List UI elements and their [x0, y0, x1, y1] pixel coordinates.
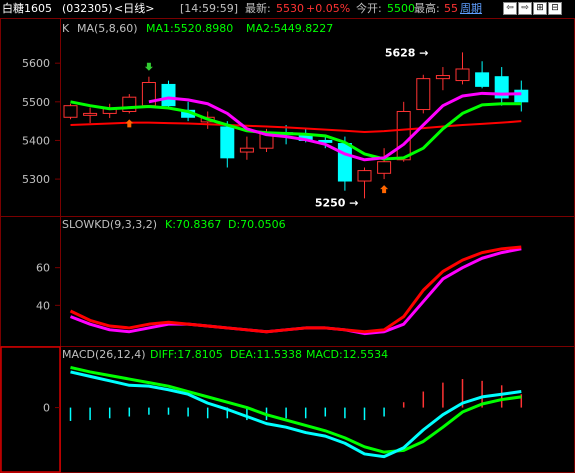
- candle-up: [63, 105, 78, 118]
- candle-down: [337, 143, 352, 182]
- candle-down: [161, 83, 176, 107]
- latest-label: 最新:: [245, 2, 271, 15]
- ma60-line: [70, 120, 522, 133]
- high-value: 55: [444, 2, 458, 15]
- ma-params-label: MA(5,8,60): [77, 22, 138, 35]
- instrument-code: (032305): [62, 2, 113, 15]
- ma8-line: [70, 100, 522, 161]
- zoom-out-icon[interactable]: ⊟: [548, 2, 562, 15]
- high-price-annotation: 5628 →: [385, 46, 429, 59]
- chart-area: K MA(5,8,60) MA1:5520.8980 MA2:5449.8227…: [0, 18, 575, 473]
- instrument-name: 白糖1605: [2, 2, 52, 15]
- kd-tick-label: 60: [36, 262, 50, 275]
- kd-d-line: [69, 247, 522, 336]
- kd-d-value: D:70.0506: [228, 218, 286, 231]
- buy-signal-arrow-icon: [380, 185, 389, 194]
- macd-diff-line: [70, 370, 522, 459]
- zoom-in-icon[interactable]: ⊞: [533, 2, 547, 15]
- period-button[interactable]: 周期: [460, 0, 482, 18]
- macd-dea-value: DEA:11.5338: [230, 348, 302, 361]
- candle-up: [416, 78, 431, 111]
- chart-marks: 5628 → 5250 →: [63, 46, 529, 459]
- high-label: 最高:: [414, 2, 440, 15]
- buy-signal-arrow-icon: [125, 119, 134, 128]
- kd-k-line: [69, 245, 522, 334]
- macd-axis-box: [0, 346, 61, 473]
- price-tick-label: 5300: [22, 173, 50, 186]
- candle-up: [377, 161, 392, 174]
- nav-right-icon[interactable]: ⇨: [518, 2, 532, 15]
- low-price-annotation: 5250 →: [315, 196, 359, 209]
- sell-signal-arrow-icon: [144, 62, 153, 71]
- kd-panel-label: SLOWKD(9,3,3,2): [62, 218, 157, 231]
- open-label: 今开:: [356, 2, 382, 15]
- macd-tick-label: 0: [43, 402, 50, 415]
- ma2-value: MA2:5449.8227: [246, 22, 333, 35]
- candle-up: [83, 112, 98, 116]
- candle-up: [455, 68, 470, 82]
- kd-tick-label: 40: [36, 299, 50, 312]
- macd-macd-value: MACD:12.5534: [306, 348, 388, 361]
- ma1-value: MA1:5520.8980: [146, 22, 233, 35]
- open-value: 5500: [387, 2, 415, 15]
- title-bar: 白糖1605 (032305) <日线> [14:59:59] 最新: 5530…: [0, 0, 575, 18]
- price-tick-label: 5500: [22, 96, 50, 109]
- macd-diff-value: DIFF:17.8105: [150, 348, 223, 361]
- change-percent: +0.05%: [306, 2, 351, 15]
- period-label: <日线>: [114, 2, 155, 15]
- price-tick-label: 5400: [22, 134, 50, 147]
- main-panel-label: K: [62, 22, 70, 35]
- ma5-line: [148, 91, 522, 162]
- kd-k-value: K:70.8367: [165, 218, 221, 231]
- nav-left-icon[interactable]: ⇦: [503, 2, 517, 15]
- candle-down: [220, 126, 235, 159]
- candle-down: [475, 72, 490, 87]
- candle-down: [514, 89, 529, 103]
- price-tick-label: 5600: [22, 57, 50, 70]
- macd-panel-label: MACD(26,12,4): [62, 348, 146, 361]
- latest-value: 5530: [276, 2, 304, 15]
- time-label: [14:59:59]: [180, 2, 238, 15]
- candle-up: [396, 110, 411, 161]
- candle-up: [239, 147, 254, 153]
- candle-up: [357, 170, 372, 182]
- candle-up: [435, 75, 450, 80]
- axis-ticks: 5600 5500 5400 5300 60 40 0: [22, 57, 60, 415]
